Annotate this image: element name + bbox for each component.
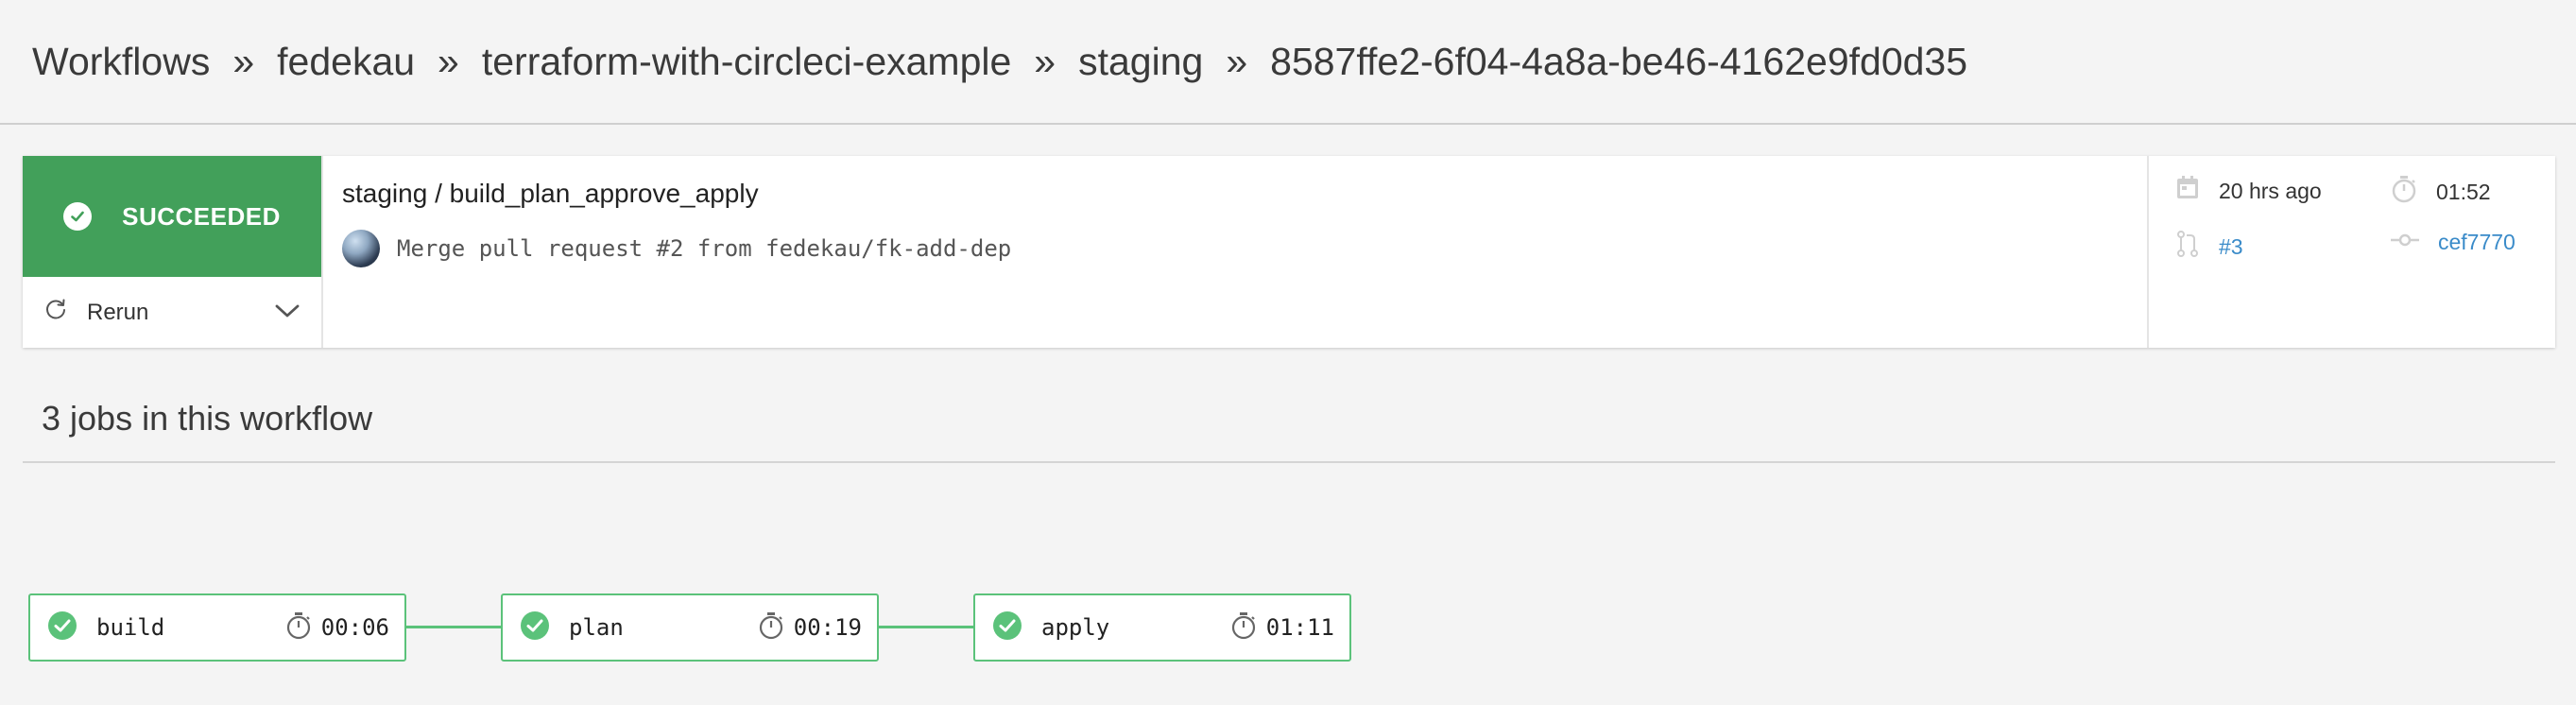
commit-icon [2391,230,2419,255]
status-text: SUCCEEDED [122,201,281,231]
stopwatch-icon [2391,175,2417,209]
jobs-divider [23,461,2555,463]
avatar [342,230,380,267]
commit-hash-link[interactable]: cef7770 [2438,230,2516,255]
job-name: apply [1041,614,1110,641]
commit-hash: cef7770 [2391,230,2516,255]
job-duration: 00:06 [320,614,389,641]
stopwatch-icon [1230,611,1257,645]
breadcrumb-separator: » [438,39,459,83]
pull-request-link[interactable]: #3 [2219,234,2243,260]
time-ago: 20 hrs ago [2175,175,2322,207]
time-ago-text: 20 hrs ago [2219,178,2322,203]
stopwatch-icon [758,611,784,645]
commit-row: Merge pull request #2 from fedekau/fk-ad… [342,230,2128,267]
breadcrumb-workflow-id: 8587ffe2-6f04-4a8a-be46-4162e9fd0d35 [1270,39,1968,83]
check-circle-icon [992,610,1022,645]
breadcrumb: Workflows » fedekau » terraform-with-cir… [32,0,2576,123]
status-badge: SUCCEEDED [23,156,321,277]
duration: 01:52 [2391,175,2491,209]
duration-text: 01:52 [2436,179,2491,204]
jobs-heading: 3 jobs in this workflow [42,399,373,438]
job-connector [405,626,502,628]
check-circle-icon [520,610,550,645]
commit-message: Merge pull request #2 from fedekau/fk-ad… [397,235,1012,262]
pull-request-icon [2175,230,2200,264]
job-plan[interactable]: plan 00:19 [501,593,879,662]
stopwatch-icon [285,611,312,645]
breadcrumb-org[interactable]: fedekau [277,40,415,84]
job-apply[interactable]: apply 01:11 [973,593,1351,662]
check-circle-icon [63,202,93,231]
workflow-summary-card: SUCCEEDED Rerun staging / build_plan_app… [23,156,2555,348]
breadcrumb-branch[interactable]: staging [1078,40,1203,84]
breadcrumb-separator: » [1226,39,1248,83]
job-name: build [96,614,165,641]
job-duration: 01:11 [1265,614,1334,641]
job-build[interactable]: build 00:06 [28,593,406,662]
rerun-button[interactable]: Rerun [23,277,321,348]
calendar-icon [2175,175,2200,207]
job-connector [878,626,974,628]
job-duration: 00:19 [793,614,862,641]
breadcrumb-project[interactable]: terraform-with-circleci-example [482,40,1011,84]
check-circle-icon [47,610,77,645]
rerun-label: Rerun [87,299,149,325]
workflow-name[interactable]: staging / build_plan_approve_apply [342,179,2128,209]
breadcrumb-separator: » [1034,39,1056,83]
chevron-down-icon[interactable] [274,300,301,326]
workflow-info: staging / build_plan_approve_apply Merge… [323,156,2147,348]
refresh-icon [43,297,68,328]
breadcrumb-workflows[interactable]: Workflows [32,40,210,84]
breadcrumb-separator: » [232,39,255,83]
workflow-meta: 20 hrs ago 01:52 #3 cef7770 [2147,156,2555,348]
job-name: plan [569,614,624,641]
pull-request: #3 [2175,230,2243,264]
status-column: SUCCEEDED Rerun [23,156,323,348]
header-divider [0,123,2576,125]
